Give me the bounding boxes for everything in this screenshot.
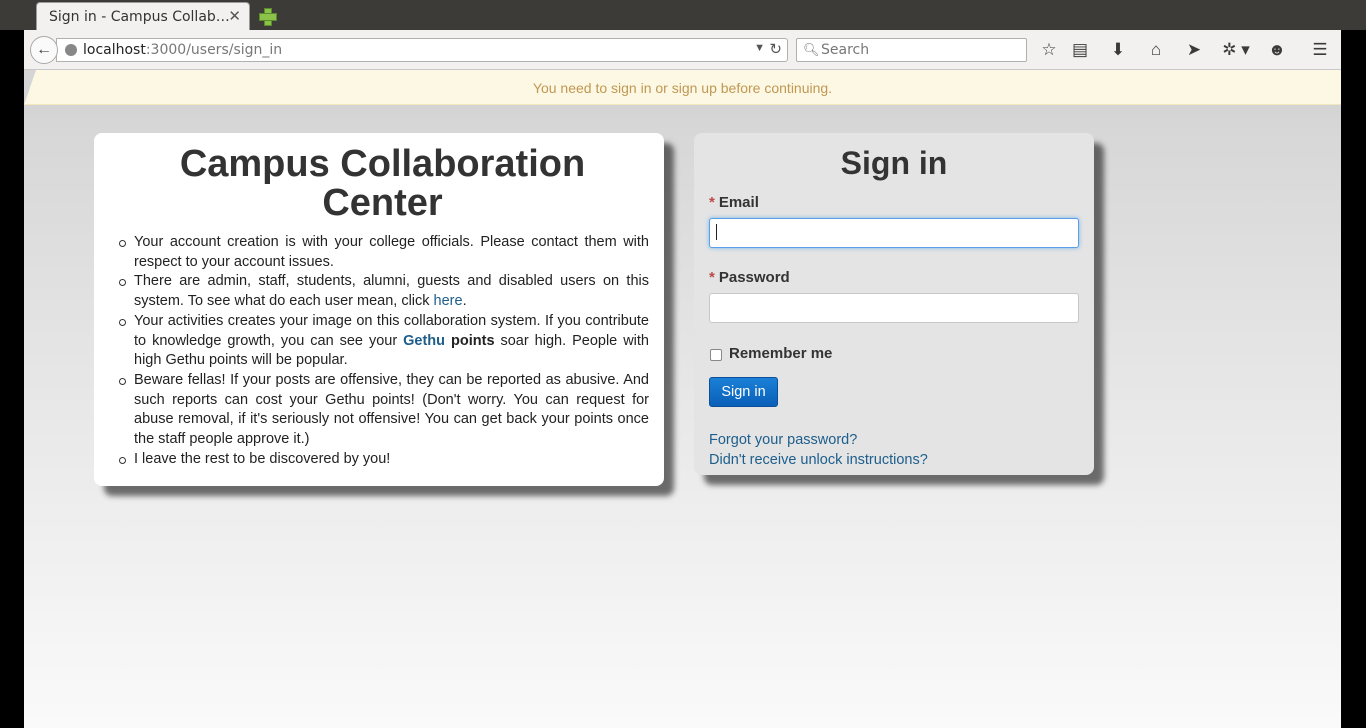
- unlock-instructions-link[interactable]: Didn't receive unlock instructions?: [709, 450, 1079, 470]
- tab-strip: Sign in - Campus Collab… ✕: [0, 0, 1366, 30]
- url-bar[interactable]: localhost:3000/users/sign_in ▼ ↻: [56, 38, 788, 62]
- password-field[interactable]: [709, 293, 1079, 323]
- url-host: localhost: [83, 42, 146, 58]
- email-field-wrapper: [709, 218, 1079, 248]
- required-marker: *: [709, 269, 715, 286]
- url-path: :3000/users/sign_in: [145, 42, 283, 58]
- signin-title: Sign in: [840, 145, 948, 181]
- forgot-password-link[interactable]: Forgot your password?: [709, 430, 1079, 450]
- extension-icon[interactable]: ✲ ▾: [1216, 37, 1256, 63]
- back-button-icon[interactable]: ←: [30, 36, 58, 64]
- send-icon[interactable]: ➤: [1181, 37, 1207, 63]
- user-types-link[interactable]: here: [434, 293, 463, 309]
- search-bar[interactable]: 🔍︎ Search: [796, 38, 1027, 62]
- tab-close-icon[interactable]: ✕: [228, 7, 241, 25]
- gethu-link[interactable]: Gethu: [403, 333, 445, 349]
- reading-list-icon[interactable]: ▤: [1067, 37, 1093, 63]
- url-history-dropdown-icon[interactable]: ▼: [754, 42, 765, 54]
- chat-icon[interactable]: ☻: [1264, 37, 1290, 63]
- bookmark-star-icon[interactable]: ☆: [1036, 37, 1062, 63]
- remember-me-label[interactable]: Remember me: [729, 345, 832, 362]
- tab-title: Sign in - Campus Collab…: [49, 9, 230, 25]
- menu-icon[interactable]: ☰: [1307, 37, 1333, 63]
- points-label: points: [451, 332, 495, 349]
- list-item: Your account creation is with your colle…: [116, 233, 649, 272]
- flash-alert: You need to sign in or sign up before co…: [24, 70, 1341, 105]
- url-text: localhost:3000/users/sign_in: [83, 42, 282, 58]
- email-label: * Email: [709, 194, 1079, 211]
- email-field[interactable]: [709, 218, 1079, 248]
- password-label: * Password: [709, 269, 1079, 286]
- info-panel: Campus Collaboration Center Your account…: [94, 133, 664, 486]
- text-caret: [716, 224, 717, 240]
- required-marker: *: [709, 194, 715, 211]
- list-item-text: There are admin, staff, students, alumni…: [134, 273, 649, 310]
- navigation-toolbar: localhost:3000/users/sign_in ▼ ↻ ← 🔍︎ Se…: [24, 30, 1341, 70]
- site-identity-icon[interactable]: [65, 44, 77, 56]
- tab-active[interactable]: Sign in - Campus Collab… ✕: [36, 2, 250, 30]
- list-item: Beware fellas! If your posts are offensi…: [116, 371, 649, 450]
- sign-in-button[interactable]: Sign in: [709, 377, 778, 407]
- home-icon[interactable]: ⌂: [1143, 37, 1169, 63]
- new-tab-plus-icon[interactable]: [257, 3, 277, 26]
- remember-row: Remember me: [709, 345, 1079, 362]
- info-list: Your account creation is with your colle…: [116, 233, 649, 469]
- list-item-text: I leave the rest to be discovered by you…: [134, 450, 391, 467]
- remember-me-checkbox[interactable]: [710, 349, 722, 361]
- window-edge-right: [1341, 30, 1366, 728]
- list-item: Your activities creates your image on th…: [116, 312, 649, 371]
- signin-links: Forgot your password? Didn't receive unl…: [709, 430, 1079, 470]
- download-icon[interactable]: ⬇: [1105, 37, 1131, 63]
- window-edge-left: [0, 30, 24, 728]
- info-title: Campus Collaboration Center: [179, 143, 586, 224]
- flash-message: You need to sign in or sign up before co…: [532, 80, 833, 96]
- list-item-text: Beware fellas! If your posts are offensi…: [134, 371, 649, 448]
- list-item: There are admin, staff, students, alumni…: [116, 272, 649, 311]
- search-icon: 🔍︎: [803, 42, 820, 57]
- signin-panel: Sign in * Email * Password Remember me Sig…: [694, 133, 1094, 475]
- list-item-text: .: [462, 293, 467, 310]
- reload-icon[interactable]: ↻: [769, 40, 782, 58]
- page-viewport: You need to sign in or sign up before co…: [24, 70, 1341, 728]
- search-placeholder: Search: [821, 42, 870, 58]
- list-item-text: Your account creation is with your colle…: [134, 234, 649, 270]
- list-item: I leave the rest to be discovered by you…: [116, 450, 649, 470]
- password-label-text: Password: [718, 269, 790, 286]
- signin-form: * Email * Password Remember me Sign in For…: [709, 194, 1079, 470]
- email-label-text: Email: [718, 194, 759, 211]
